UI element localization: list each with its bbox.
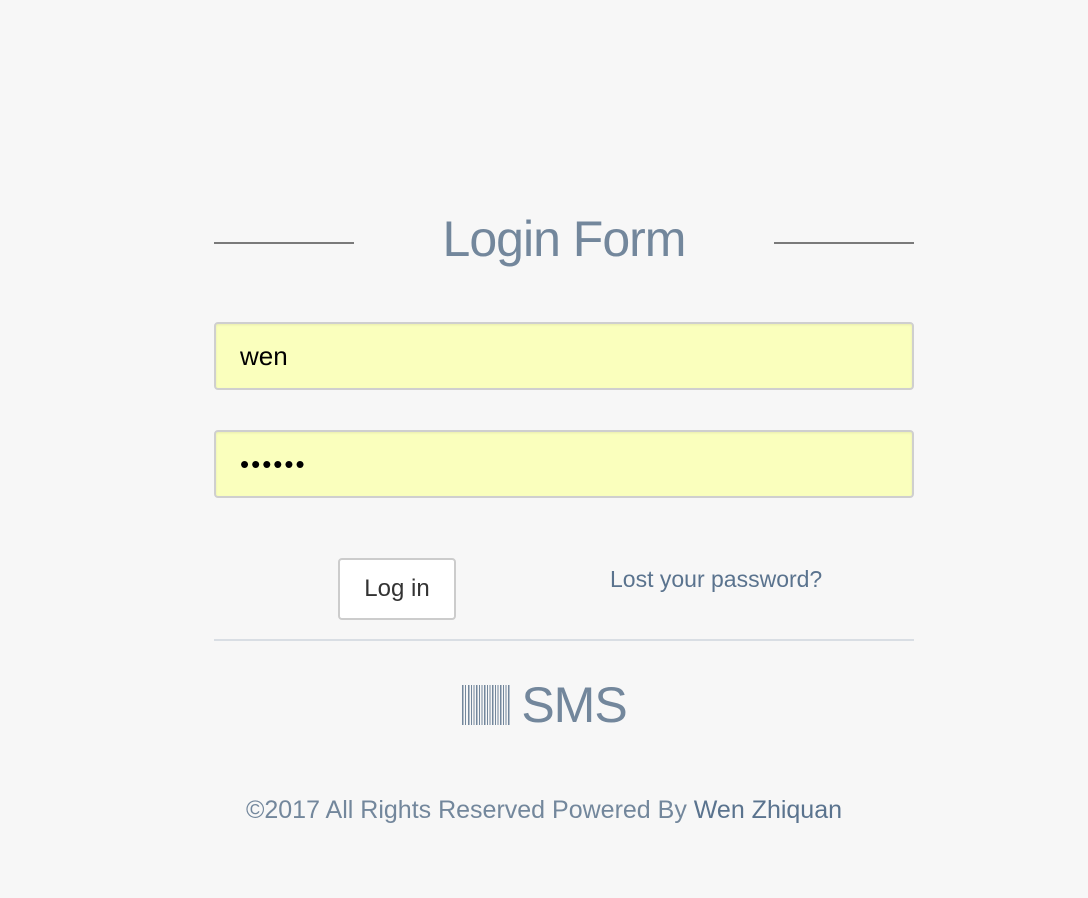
footer-author: Wen Zhiquan xyxy=(693,796,843,824)
title-divider-right xyxy=(774,242,914,244)
login-button[interactable]: Log in xyxy=(338,558,456,620)
brand-name: SMS xyxy=(521,677,627,733)
footer-copyright: ©2017 All Rights Reserved Powered By Wen… xyxy=(0,796,1088,825)
page-title: Login Form xyxy=(442,211,687,267)
lost-password-link[interactable]: Lost your password? xyxy=(610,566,822,593)
username-field[interactable] xyxy=(214,322,914,390)
brand-logo: SMS xyxy=(0,678,1088,732)
footer-text: ©2017 All Rights Reserved Powered By xyxy=(245,796,694,824)
login-title-row: Login Form xyxy=(214,206,914,278)
barcode-icon xyxy=(462,685,510,725)
password-field[interactable] xyxy=(214,430,914,498)
form-separator xyxy=(214,639,914,641)
login-page: Login Form Log in Lost your password? xyxy=(0,0,1088,898)
